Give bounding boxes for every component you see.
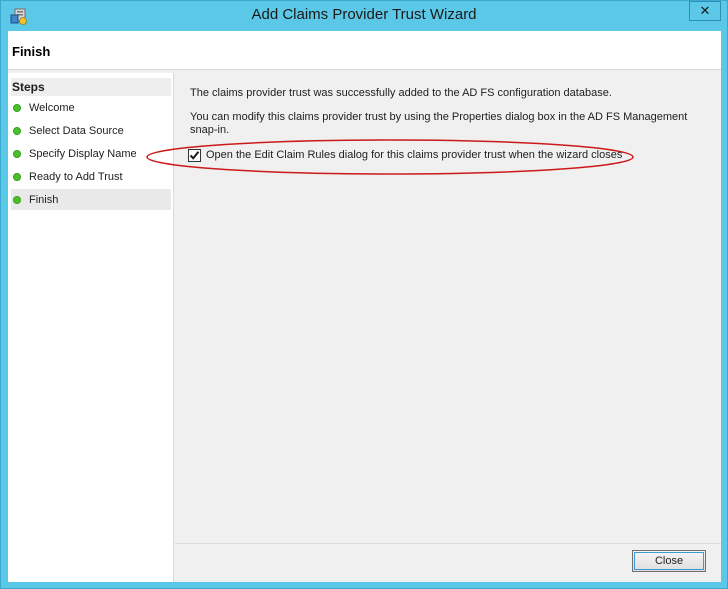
step-complete-icon (13, 103, 21, 112)
step-label: Ready to Add Trust (29, 170, 123, 183)
step-ready-to-add-trust: Ready to Add Trust (11, 166, 171, 187)
step-complete-icon (13, 126, 21, 135)
footer-bar: Close (175, 543, 721, 582)
info-message: You can modify this claims provider trus… (190, 111, 688, 136)
edit-claim-rules-label: Open the Edit Claim Rules dialog for thi… (206, 149, 623, 161)
step-select-data-source: Select Data Source (11, 120, 171, 141)
step-label: Select Data Source (29, 124, 124, 137)
close-icon: ✕ (699, 3, 711, 18)
close-button[interactable]: Close (632, 550, 706, 572)
title-bar[interactable]: Add Claims Provider Trust Wizard ✕ (1, 1, 727, 31)
success-message: The claims provider trust was successful… (190, 87, 612, 99)
wizard-client-area: Finish Steps Welcome Select Data Source … (8, 31, 721, 582)
edit-claim-rules-option[interactable]: Open the Edit Claim Rules dialog for thi… (188, 149, 622, 162)
checkmark-icon (189, 151, 200, 160)
steps-panel: Steps Welcome Select Data Source Specify… (8, 73, 174, 582)
step-current-icon (13, 195, 21, 204)
page-title: Finish (12, 44, 51, 59)
step-welcome: Welcome (11, 97, 171, 118)
step-label: Welcome (29, 101, 75, 114)
content-panel: The claims provider trust was successful… (175, 73, 721, 543)
wizard-window: Add Claims Provider Trust Wizard ✕ Finis… (0, 0, 728, 589)
step-label: Finish (29, 193, 59, 206)
step-label: Specify Display Name (29, 147, 137, 160)
window-close-button[interactable]: ✕ (689, 1, 721, 21)
steps-heading: Steps (11, 78, 171, 96)
window-title: Add Claims Provider Trust Wizard (251, 6, 477, 23)
step-specify-display-name: Specify Display Name (11, 143, 171, 164)
step-complete-icon (13, 149, 21, 158)
step-finish: Finish (11, 189, 171, 210)
edit-claim-rules-checkbox[interactable] (188, 149, 201, 162)
step-complete-icon (13, 172, 21, 181)
page-header: Finish (8, 31, 721, 70)
